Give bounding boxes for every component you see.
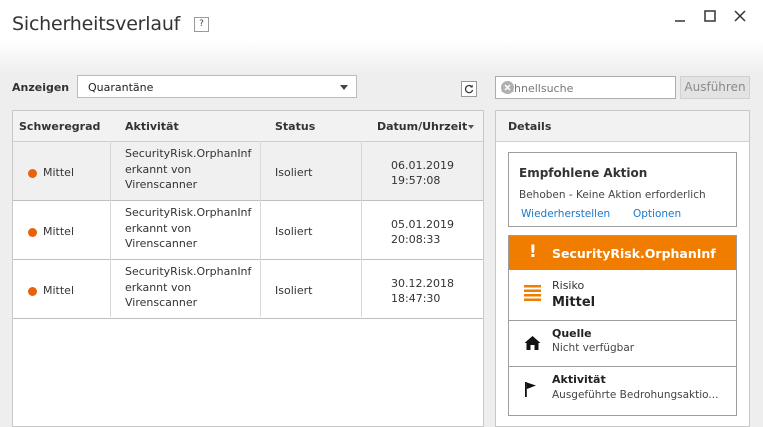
risk-value: Mittel xyxy=(552,295,596,310)
filter-selected-value: Quarantäne xyxy=(88,81,154,94)
warning-icon: ! xyxy=(529,242,537,262)
close-icon xyxy=(734,10,746,22)
run-search-button[interactable]: Ausführen xyxy=(680,76,750,99)
activity-cell: SecurityRisk.OrphanInf erkannt von Viren… xyxy=(125,146,265,193)
quick-search-input[interactable]: Schnellsuche xyxy=(495,76,676,99)
recommended-action-title: Empfohlene Aktion xyxy=(519,166,648,180)
details-panel: Details Empfohlene Aktion Behoben - Kein… xyxy=(495,110,750,427)
column-header-severity[interactable]: Schweregrad xyxy=(19,120,100,133)
activity-label: Aktivität xyxy=(552,373,606,386)
status-cell: Isoliert xyxy=(275,225,313,238)
column-header-datetime[interactable]: Datum/Uhrzeit xyxy=(377,120,467,133)
source-label: Quelle xyxy=(552,327,592,340)
maximize-icon xyxy=(704,10,716,22)
table-row[interactable]: Mittel SecurityRisk.OrphanInf erkannt vo… xyxy=(13,201,483,260)
home-icon xyxy=(524,336,541,350)
history-table: Schweregrad Aktivität Status Datum/Uhrze… xyxy=(12,110,484,427)
date-text: 05.01.2019 xyxy=(391,218,454,231)
filter-label: Anzeigen xyxy=(12,81,70,94)
refresh-icon xyxy=(464,84,474,94)
risk-section: Risiko Mittel xyxy=(509,270,736,321)
activity-line: SecurityRisk.OrphanInf xyxy=(125,265,252,278)
chevron-down-icon xyxy=(340,85,348,90)
column-divider xyxy=(110,141,111,317)
activity-line: Virenscanner xyxy=(125,296,198,309)
table-row[interactable]: Mittel SecurityRisk.OrphanInf erkannt vo… xyxy=(13,260,483,319)
minimize-icon xyxy=(675,20,685,22)
status-cell: Isoliert xyxy=(275,166,313,179)
datetime-cell: 30.12.2018 18:47:30 xyxy=(391,276,454,306)
options-link[interactable]: Optionen xyxy=(633,208,681,220)
minimize-button[interactable] xyxy=(669,7,691,25)
activity-section: Aktivität Ausgeführte Bedrohungsaktio... xyxy=(509,367,736,415)
flag-icon xyxy=(525,382,536,397)
datetime-cell: 05.01.2019 20:08:33 xyxy=(391,217,454,247)
details-title: Details xyxy=(508,120,552,133)
severity-dot-icon xyxy=(28,287,37,296)
column-divider xyxy=(361,141,362,317)
restore-link[interactable]: Wiederherstellen xyxy=(521,208,610,220)
severity-dot-icon xyxy=(28,169,37,178)
time-text: 18:47:30 xyxy=(391,292,441,305)
activity-value: Ausgeführte Bedrohungsaktio... xyxy=(552,389,719,401)
clear-x-icon xyxy=(504,84,511,91)
activity-line: SecurityRisk.OrphanInf xyxy=(125,147,252,160)
risk-label: Risiko xyxy=(552,279,585,292)
column-header-activity[interactable]: Aktivität xyxy=(125,120,179,133)
activity-line: erkannt von xyxy=(125,221,192,235)
recommended-action-text: Behoben - Keine Aktion erforderlich xyxy=(519,189,706,201)
details-header: Details xyxy=(496,111,749,142)
maximize-button[interactable] xyxy=(699,7,721,25)
column-header-status[interactable]: Status xyxy=(275,120,315,133)
refresh-button[interactable] xyxy=(461,81,477,97)
date-text: 06.01.2019 xyxy=(391,159,454,172)
window-title: Sicherheitsverlauf xyxy=(12,13,181,35)
activity-line: Virenscanner xyxy=(125,237,198,250)
threat-name: SecurityRisk.OrphanInf xyxy=(552,246,716,261)
table-row[interactable]: Mittel SecurityRisk.OrphanInf erkannt vo… xyxy=(13,142,483,201)
risk-level-icon xyxy=(524,285,541,301)
activity-cell: SecurityRisk.OrphanInf erkannt von Viren… xyxy=(125,205,265,252)
datetime-cell: 06.01.2019 19:57:08 xyxy=(391,158,454,188)
threat-info-box: ! SecurityRisk.OrphanInf Risiko Mittel Q… xyxy=(508,235,737,416)
severity-cell: Mittel xyxy=(43,166,74,179)
threat-banner: ! SecurityRisk.OrphanInf xyxy=(509,236,736,270)
activity-line: erkannt von xyxy=(125,280,192,294)
recommended-action-box: Empfohlene Aktion Behoben - Keine Aktion… xyxy=(508,152,737,227)
time-text: 19:57:08 xyxy=(391,174,441,187)
sort-descending-icon xyxy=(468,125,474,129)
help-button[interactable]: ? xyxy=(194,17,209,32)
source-section: Quelle Nicht verfügbar xyxy=(509,321,736,367)
activity-line: SecurityRisk.OrphanInf xyxy=(125,206,252,219)
severity-dot-icon xyxy=(28,228,37,237)
table-header: Schweregrad Aktivität Status Datum/Uhrze… xyxy=(13,111,483,142)
column-divider xyxy=(260,141,261,317)
filter-select[interactable]: Quarantäne xyxy=(77,75,357,98)
time-text: 20:08:33 xyxy=(391,233,441,246)
status-cell: Isoliert xyxy=(275,284,313,297)
close-button[interactable] xyxy=(729,7,751,25)
severity-cell: Mittel xyxy=(43,225,74,238)
activity-line: erkannt von xyxy=(125,162,192,176)
clear-search-icon[interactable] xyxy=(501,81,514,94)
date-text: 30.12.2018 xyxy=(391,277,454,290)
severity-cell: Mittel xyxy=(43,284,74,297)
activity-line: Virenscanner xyxy=(125,178,198,191)
source-value: Nicht verfügbar xyxy=(552,342,635,354)
activity-cell: SecurityRisk.OrphanInf erkannt von Viren… xyxy=(125,264,265,311)
